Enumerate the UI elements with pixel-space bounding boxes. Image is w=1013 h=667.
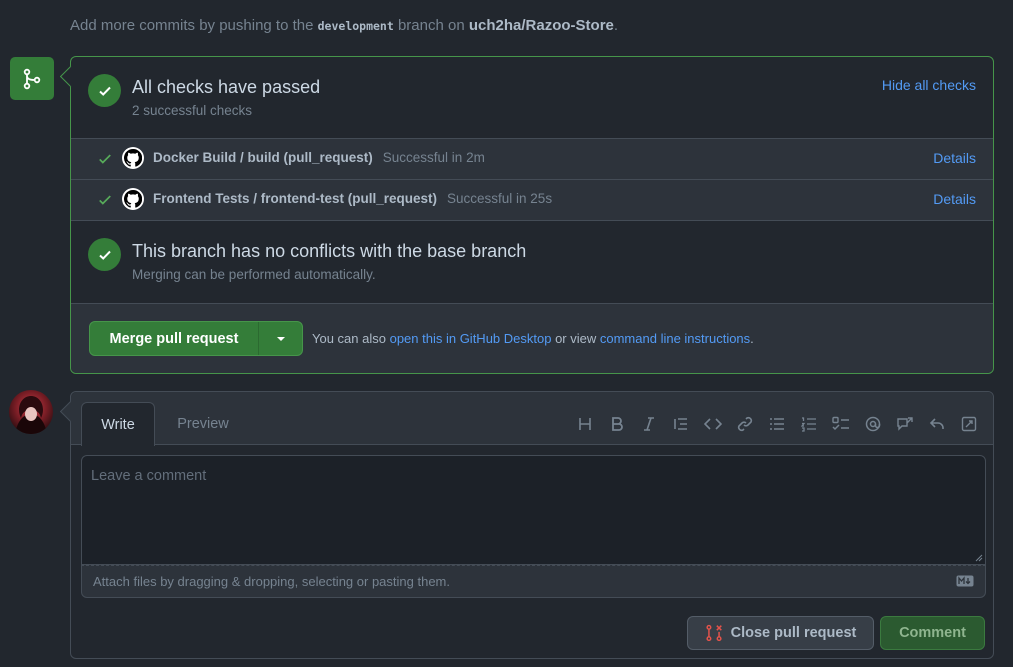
repo-name[interactable]: uch2ha/Razoo-Store: [469, 17, 614, 34]
also-middle: or view: [551, 331, 600, 346]
branch-name: development: [317, 19, 394, 33]
heading-icon[interactable]: [569, 413, 601, 435]
github-desktop-link[interactable]: open this in GitHub Desktop: [390, 331, 552, 346]
hide-all-checks-link[interactable]: Hide all checks: [882, 77, 976, 93]
git-merge-icon: [10, 57, 54, 100]
checks-title: All checks have passed: [132, 77, 321, 97]
close-pull-request-label: Close pull request: [730, 625, 857, 641]
github-icon: [122, 188, 144, 210]
unordered-list-icon[interactable]: [761, 413, 793, 435]
also-suffix: .: [750, 331, 754, 346]
merge-box: All checks have passed 2 successful chec…: [70, 56, 994, 374]
conflicts-section: This branch has no conflicts with the ba…: [71, 220, 993, 303]
check-row: Frontend Tests / frontend-test (pull_req…: [71, 179, 993, 220]
fullscreen-icon[interactable]: [953, 413, 985, 435]
merge-actions: Merge pull request You can also open thi…: [71, 303, 993, 373]
caret-down-icon: [276, 336, 285, 341]
check-name: Docker Build / build (pull_request): [153, 150, 373, 165]
merge-pull-request-button[interactable]: Merge pull request: [90, 322, 259, 355]
command-line-link[interactable]: command line instructions: [600, 331, 750, 346]
check-row: Docker Build / build (pull_request) Succe…: [71, 138, 993, 179]
tab-write[interactable]: Write: [81, 402, 155, 446]
check-status: Successful in 25s: [447, 191, 553, 206]
check-name: Frontend Tests / frontend-test (pull_req…: [153, 191, 438, 206]
no-conflicts-icon: [88, 238, 121, 271]
comment-tabbar: Write Preview: [71, 392, 993, 446]
markdown-icon[interactable]: [956, 575, 974, 587]
hint-prefix: Add more commits by pushing to the: [70, 17, 318, 34]
check-icon: [99, 195, 111, 205]
checks-subtitle: 2 successful checks: [132, 103, 253, 118]
comment-textarea-wrap: [81, 455, 986, 565]
tab-preview[interactable]: Preview: [163, 402, 243, 446]
ordered-list-icon[interactable]: [793, 413, 825, 435]
attach-files-text: Attach files by dragging & dropping, sel…: [93, 574, 450, 589]
check-status: Successful in 2m: [382, 150, 485, 165]
italic-icon[interactable]: [633, 413, 665, 435]
task-list-icon[interactable]: [825, 413, 857, 435]
attach-files-area[interactable]: Attach files by dragging & dropping, sel…: [81, 565, 986, 598]
mention-icon[interactable]: [857, 413, 889, 435]
cross-reference-icon[interactable]: [889, 413, 921, 435]
merge-options-dropdown[interactable]: [259, 322, 302, 355]
hint-suffix: .: [613, 17, 619, 34]
also-prefix: You can also: [312, 331, 390, 346]
merge-button-group: Merge pull request: [89, 321, 303, 356]
check-details-link[interactable]: Details: [933, 150, 976, 166]
conflicts-title: This branch has no conflicts with the ba…: [132, 241, 527, 261]
github-icon: [122, 147, 144, 169]
formatting-toolbar: [569, 413, 985, 435]
check-details-link[interactable]: Details: [933, 191, 976, 207]
push-hint: Add more commits by pushing to the devel…: [70, 17, 618, 34]
reply-icon[interactable]: [921, 413, 953, 435]
conflicts-subtitle: Merging can be performed automatically.: [132, 267, 376, 282]
link-icon[interactable]: [729, 413, 761, 435]
code-icon[interactable]: [697, 413, 729, 435]
resize-handle-icon[interactable]: [975, 554, 983, 562]
quote-icon[interactable]: [665, 413, 697, 435]
close-pull-request-button[interactable]: Close pull request: [687, 616, 874, 650]
avatar[interactable]: [9, 390, 53, 434]
merge-alternatives: You can also open this in GitHub Desktop…: [312, 331, 754, 346]
check-icon: [99, 154, 111, 164]
hint-middle: branch on: [393, 17, 469, 34]
checks-passed-icon: [88, 74, 121, 107]
comment-textarea[interactable]: [82, 456, 985, 564]
bold-icon[interactable]: [601, 413, 633, 435]
comment-box: Write Preview Attach files by dragging &…: [70, 391, 994, 659]
close-pull-request-icon: [706, 624, 722, 642]
comment-button[interactable]: Comment: [880, 616, 985, 650]
